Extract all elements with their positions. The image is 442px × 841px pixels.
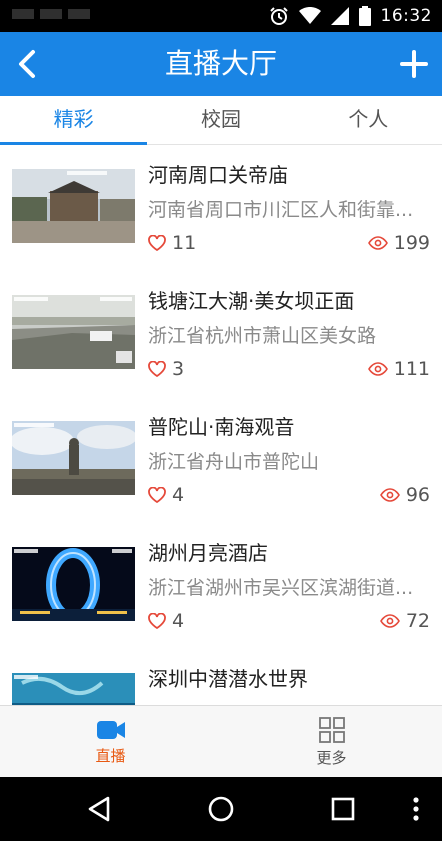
- status-time: 16:32: [380, 6, 432, 26]
- likes-counter[interactable]: 4: [148, 484, 184, 506]
- stream-item[interactable]: 深圳中潜潜水世界: [0, 649, 442, 705]
- tab-campus[interactable]: 校园: [147, 96, 294, 144]
- plus-icon: [400, 50, 428, 78]
- stream-title: 普陀山·南海观音: [148, 415, 295, 439]
- stream-title: 河南周口关帝庙: [148, 163, 288, 187]
- likes-counter[interactable]: 4: [148, 610, 184, 632]
- heart-icon: [148, 613, 166, 629]
- nav-live[interactable]: 直播: [0, 706, 221, 778]
- heart-icon: [148, 487, 166, 503]
- notification-icons: [12, 9, 90, 19]
- likes-count: 4: [172, 610, 185, 632]
- stream-address: 浙江省杭州市萧山区美女路: [148, 325, 377, 347]
- likes-count: 3: [172, 358, 185, 380]
- system-recents-button[interactable]: [327, 793, 359, 825]
- eye-icon: [367, 362, 388, 376]
- stream-address: 浙江省舟山市普陀山: [148, 451, 320, 473]
- alarm-icon: [269, 7, 288, 25]
- status-bar: 16:32: [0, 0, 442, 32]
- likes-counter[interactable]: 11: [148, 232, 196, 254]
- views-counter: 72: [379, 610, 430, 632]
- nav-more[interactable]: 更多: [221, 706, 442, 778]
- stream-item[interactable]: 普陀山·南海观音 浙江省舟山市普陀山 4 96: [0, 397, 442, 524]
- battery-icon: [358, 6, 371, 26]
- heart-icon: [148, 361, 166, 377]
- views-counter: 111: [367, 358, 430, 380]
- system-home-button[interactable]: [205, 793, 237, 825]
- stream-list[interactable]: 河南周口关帝庙 河南省周口市川汇区人和街靠... 11 199 钱塘江大潮·美女…: [0, 145, 442, 705]
- stream-title: 深圳中潜潜水世界: [148, 667, 308, 691]
- stream-item[interactable]: 湖州月亮酒店 浙江省湖州市吴兴区滨湖街道... 4 72: [0, 523, 442, 650]
- stream-thumbnail: [12, 673, 135, 705]
- stream-thumbnail: [12, 295, 135, 369]
- views-count: 111: [393, 358, 430, 380]
- system-back-button[interactable]: [83, 793, 115, 825]
- views-counter: 199: [367, 232, 430, 254]
- stream-item[interactable]: 河南周口关帝庙 河南省周口市川汇区人和街靠... 11 199: [0, 145, 442, 272]
- add-button[interactable]: [398, 48, 430, 80]
- stream-title: 钱塘江大潮·美女坝正面: [148, 289, 355, 313]
- eye-icon: [367, 236, 388, 250]
- wifi-icon: [298, 7, 321, 24]
- nav-more-label: 更多: [316, 748, 347, 767]
- tab-personal[interactable]: 个人: [295, 96, 442, 144]
- nav-live-label: 直播: [95, 746, 126, 765]
- stream-address: 浙江省湖州市吴兴区滨湖街道...: [148, 577, 414, 599]
- app-bar: 直播大厅: [0, 32, 442, 96]
- views-count: 72: [405, 610, 430, 632]
- stream-thumbnail: [12, 421, 135, 495]
- likes-count: 4: [172, 484, 185, 506]
- signal-icon: [330, 7, 349, 25]
- page-title: 直播大厅: [164, 47, 277, 80]
- more-vert-icon: [413, 797, 419, 821]
- stream-thumbnail: [12, 169, 135, 243]
- circle-home-icon: [208, 796, 234, 822]
- heart-icon: [148, 235, 166, 251]
- tab-bar: 精彩 校园 个人: [0, 96, 442, 145]
- views-counter: 96: [379, 484, 430, 506]
- likes-count: 11: [172, 232, 197, 254]
- bottom-nav: 直播 更多: [0, 705, 442, 778]
- square-recents-icon: [331, 797, 355, 821]
- stream-title: 湖州月亮酒店: [148, 541, 268, 565]
- grid-icon: [318, 716, 345, 743]
- stream-item[interactable]: 钱塘江大潮·美女坝正面 浙江省杭州市萧山区美女路 3 111: [0, 271, 442, 398]
- eye-icon: [379, 614, 400, 628]
- views-count: 96: [405, 484, 430, 506]
- triangle-back-icon: [88, 796, 110, 822]
- eye-icon: [379, 488, 400, 502]
- tab-featured[interactable]: 精彩: [0, 96, 148, 145]
- stream-thumbnail: [12, 547, 135, 621]
- system-nav-bar: [0, 777, 442, 841]
- likes-counter[interactable]: 3: [148, 358, 184, 380]
- system-menu-button[interactable]: [400, 793, 432, 825]
- views-count: 199: [393, 232, 430, 254]
- stream-address: 河南省周口市川汇区人和街靠...: [148, 199, 414, 221]
- video-camera-icon: [96, 720, 125, 739]
